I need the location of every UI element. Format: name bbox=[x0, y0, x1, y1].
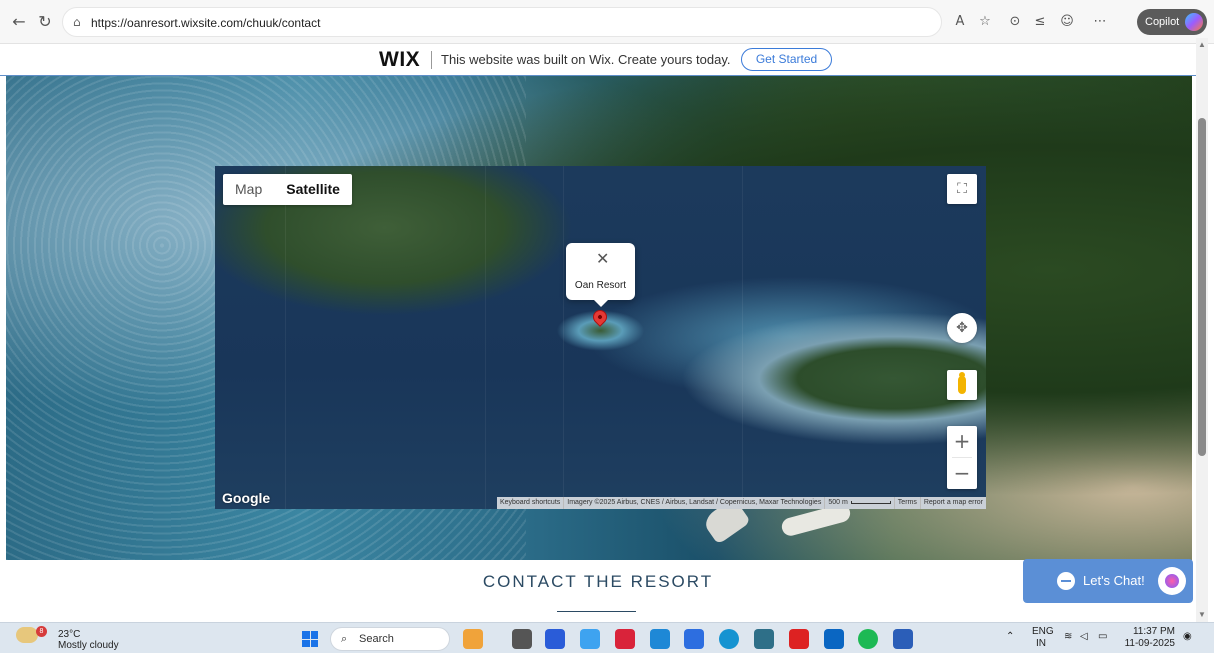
copilot-icon bbox=[1185, 13, 1203, 31]
edge-icon[interactable] bbox=[719, 629, 739, 649]
wix-logo[interactable]: WIX bbox=[379, 48, 420, 72]
section-title: CONTACT THE RESORT bbox=[482, 572, 714, 591]
report-map-error-link[interactable]: Report a map error bbox=[919, 497, 986, 509]
map-type-control: Map Satellite bbox=[223, 174, 352, 205]
info-window-title: Oan Resort bbox=[574, 280, 627, 291]
close-icon[interactable]: ✕ bbox=[596, 249, 609, 268]
battery-icon[interactable]: ▭ bbox=[1098, 631, 1107, 642]
windows-start-icon[interactable] bbox=[302, 631, 318, 647]
scroll-up-icon[interactable]: ▲ bbox=[1198, 40, 1206, 49]
search-icon: ⌕ bbox=[341, 632, 348, 645]
copilot-button[interactable]: Copilot bbox=[1137, 9, 1207, 35]
google-logo[interactable]: Google bbox=[222, 490, 270, 506]
map-tile-seam bbox=[563, 166, 564, 509]
map-scale[interactable]: 500 m bbox=[824, 497, 893, 509]
chevron-up-icon[interactable]: ⌃ bbox=[1006, 631, 1014, 642]
info-window: ✕ Oan Resort bbox=[566, 243, 635, 307]
notification-icon[interactable]: ◉ bbox=[1183, 631, 1192, 642]
keyboard-shortcuts-link[interactable]: Keyboard shortcuts bbox=[497, 497, 563, 509]
taskbar-app-icon[interactable] bbox=[545, 629, 565, 649]
map-scale-label: 500 m bbox=[828, 499, 848, 506]
scroll-down-icon[interactable]: ▼ bbox=[1198, 610, 1206, 619]
get-started-button[interactable]: Get Started bbox=[741, 48, 832, 71]
imagery-attribution: Imagery ©2025 Airbus, CNES / Airbus, Lan… bbox=[563, 497, 824, 509]
back-icon[interactable]: ← bbox=[10, 13, 28, 31]
zoom-out-button[interactable]: − bbox=[947, 458, 977, 489]
language-region: IN bbox=[1036, 638, 1046, 649]
favorite-star-icon[interactable]: ☆ bbox=[975, 12, 995, 32]
map-tile-seam bbox=[485, 166, 486, 509]
linkedin-icon[interactable] bbox=[824, 629, 844, 649]
chat-widget-button[interactable]: Let's Chat! bbox=[1023, 559, 1193, 603]
copilot-label: Copilot bbox=[1145, 16, 1180, 28]
map-attribution: Keyboard shortcuts Imagery ©2025 Airbus,… bbox=[496, 497, 986, 509]
wix-banner: WIX This website was built on Wix. Creat… bbox=[0, 44, 1196, 76]
browser-toolbar: ← ↻ ⌂ https://oanresort.wixsite.com/chuu… bbox=[0, 0, 1214, 44]
volume-icon[interactable]: ◁ bbox=[1080, 631, 1088, 642]
page-content: Map Satellite ⛶ ✥ + − ✕ Oan Resort Googl… bbox=[0, 76, 1196, 622]
map-tile-seam bbox=[285, 166, 286, 509]
language-indicator[interactable]: ENG bbox=[1032, 626, 1054, 637]
task-view-icon[interactable] bbox=[512, 629, 532, 649]
divider bbox=[557, 611, 636, 612]
clock-date[interactable]: 11-09-2025 bbox=[1124, 638, 1175, 649]
divider bbox=[431, 51, 432, 69]
taskbar-app-icon[interactable] bbox=[463, 629, 483, 649]
zoom-control: + − bbox=[947, 426, 977, 489]
wps-icon[interactable] bbox=[789, 629, 809, 649]
site-info-icon[interactable]: ⌂ bbox=[73, 15, 81, 29]
spotify-icon[interactable] bbox=[858, 629, 878, 649]
wifi-icon[interactable]: ≋ bbox=[1064, 631, 1072, 642]
split-screen-icon[interactable]: ⊙ bbox=[1005, 12, 1025, 32]
pegman-street-view-icon[interactable] bbox=[947, 370, 977, 400]
address-bar[interactable]: ⌂ https://oanresort.wixsite.com/chuuk/co… bbox=[62, 7, 942, 37]
fullscreen-icon[interactable]: ⛶ bbox=[947, 174, 977, 204]
map-type-map-button[interactable]: Map bbox=[223, 174, 274, 205]
wix-banner-message: This website was built on Wix. Create yo… bbox=[441, 52, 731, 67]
more-menu-icon[interactable]: ⋯ bbox=[1090, 12, 1110, 32]
zoom-in-button[interactable]: + bbox=[947, 426, 977, 457]
word-icon[interactable] bbox=[893, 629, 913, 649]
terms-link[interactable]: Terms bbox=[893, 497, 920, 509]
windows-taskbar: 8 23°C Mostly cloudy ⌕ Search ⌃ ENG IN ≋… bbox=[0, 622, 1214, 653]
weather-description: Mostly cloudy bbox=[58, 640, 119, 651]
map-type-satellite-button[interactable]: Satellite bbox=[274, 174, 352, 205]
chat-bubble-icon bbox=[1057, 572, 1075, 590]
taskbar-search[interactable]: ⌕ Search bbox=[330, 627, 450, 651]
clock-time[interactable]: 11:37 PM bbox=[1127, 626, 1175, 637]
weather-icon bbox=[16, 627, 38, 643]
ai-assistant-icon[interactable] bbox=[1158, 567, 1186, 595]
address-url: https://oanresort.wixsite.com/chuuk/cont… bbox=[91, 16, 321, 30]
scrollbar-thumb[interactable] bbox=[1198, 118, 1206, 456]
map-marker-icon[interactable] bbox=[590, 307, 610, 327]
taskbar-app-icon[interactable] bbox=[580, 629, 600, 649]
favorites-icon[interactable]: ≤ bbox=[1030, 12, 1050, 32]
weather-temperature: 23°C bbox=[58, 629, 81, 640]
refresh-icon[interactable]: ↻ bbox=[36, 13, 54, 31]
search-label: Search bbox=[359, 633, 394, 645]
vscode-icon[interactable] bbox=[650, 629, 670, 649]
mcafee-icon[interactable] bbox=[615, 629, 635, 649]
chat-label: Let's Chat! bbox=[1083, 573, 1145, 588]
taskbar-app-icon[interactable] bbox=[754, 629, 774, 649]
camera-control-icon[interactable]: ✥ bbox=[947, 313, 977, 343]
notification-badge: 8 bbox=[36, 626, 47, 637]
profile-icon[interactable]: ☺ bbox=[1057, 12, 1077, 32]
google-map[interactable]: Map Satellite ⛶ ✥ + − ✕ Oan Resort Googl… bbox=[215, 166, 986, 509]
read-aloud-icon[interactable]: A bbox=[950, 12, 970, 32]
map-tile-seam bbox=[742, 166, 743, 509]
store-icon[interactable] bbox=[684, 629, 704, 649]
page-scrollbar[interactable]: ▲ ▼ bbox=[1196, 38, 1208, 622]
